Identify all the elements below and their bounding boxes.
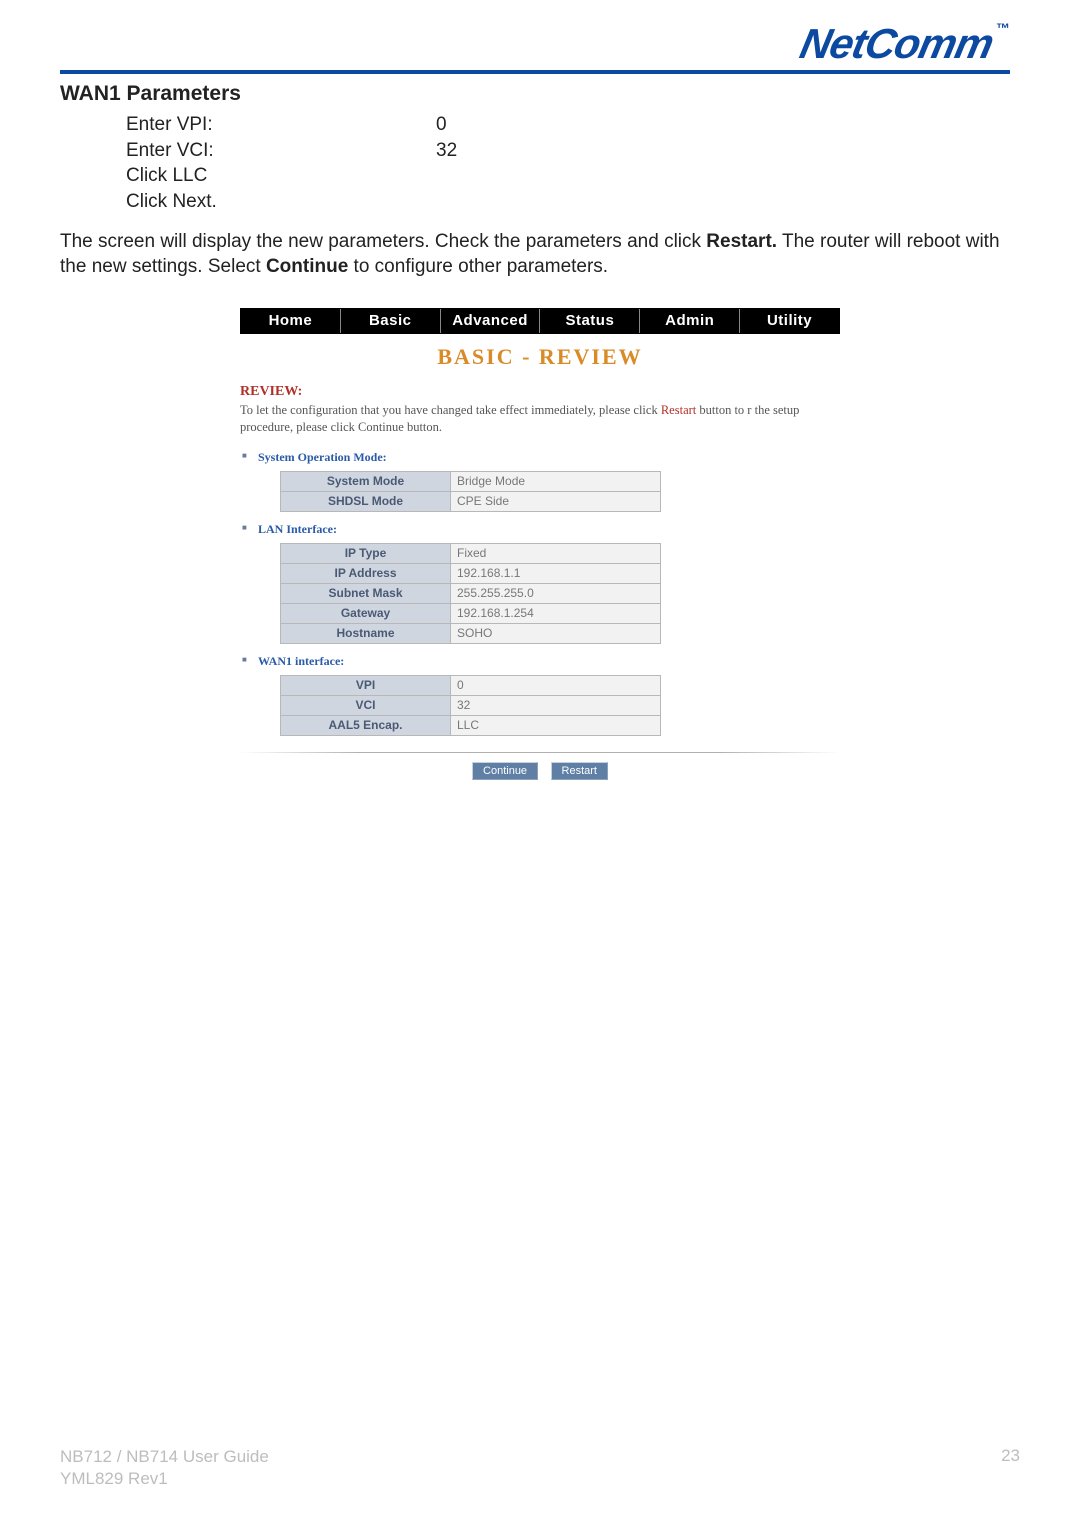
cell-key: Hostname	[281, 623, 451, 643]
panel-title: BASIC - REVIEW	[240, 344, 840, 370]
cell-value: 0	[451, 675, 661, 695]
cell-key: System Mode	[281, 471, 451, 491]
cell-key: AAL5 Encap.	[281, 715, 451, 735]
table-wan1-interface: VPI0 VCI32 AAL5 Encap.LLC	[280, 675, 661, 736]
bullet-wan1-interface: WAN1 interface:	[258, 654, 840, 669]
cell-value: 192.168.1.1	[451, 563, 661, 583]
param-label: Enter VPI:	[126, 112, 436, 138]
continue-button[interactable]: Continue	[472, 762, 538, 780]
brand-underline	[60, 70, 1010, 74]
page-footer: NB712 / NB714 User Guide YML829 Rev1 23	[60, 1446, 1020, 1490]
footer-guide: NB712 / NB714 User Guide	[60, 1446, 269, 1468]
param-row: Click LLC	[126, 163, 1020, 189]
body-text-part: The screen will display the new paramete…	[60, 231, 706, 252]
brand-logo: NetComm™	[60, 20, 1020, 74]
brand-name: NetComm	[796, 20, 998, 68]
table-lan-interface: IP TypeFixed IP Address192.168.1.1 Subne…	[280, 543, 661, 644]
bullet-lan-interface: LAN Interface:	[258, 522, 840, 537]
table-row: Gateway192.168.1.254	[281, 603, 661, 623]
param-label: Click Next.	[126, 189, 436, 215]
table-row: IP Address192.168.1.1	[281, 563, 661, 583]
param-label: Enter VCI:	[126, 138, 436, 164]
section-heading: WAN1 Parameters	[60, 82, 1020, 106]
table-row: Subnet Mask255.255.255.0	[281, 583, 661, 603]
param-value: 32	[436, 138, 457, 164]
cell-value: SOHO	[451, 623, 661, 643]
param-steps: Enter VPI: 0 Enter VCI: 32 Click LLC Cli…	[126, 112, 1020, 215]
cell-value: 255.255.255.0	[451, 583, 661, 603]
button-row: Continue Restart	[240, 761, 840, 780]
trademark-icon: ™	[996, 20, 1010, 36]
bullet-system-operation-mode: System Operation Mode:	[258, 450, 840, 465]
tab-status[interactable]: Status	[540, 309, 640, 333]
cell-key: VPI	[281, 675, 451, 695]
cell-value: CPE Side	[451, 491, 661, 511]
tab-bar: Home Basic Advanced Status Admin Utility	[240, 308, 840, 334]
footer-page-number: 23	[1001, 1446, 1020, 1490]
footer-rev: YML829 Rev1	[60, 1468, 269, 1490]
table-row: AAL5 Encap.LLC	[281, 715, 661, 735]
tab-home[interactable]: Home	[241, 309, 341, 333]
tab-utility[interactable]: Utility	[740, 309, 839, 333]
table-row: IP TypeFixed	[281, 543, 661, 563]
review-text-part: To let the configuration that you have c…	[240, 403, 661, 417]
body-paragraph: The screen will display the new paramete…	[60, 229, 1020, 280]
review-text: To let the configuration that you have c…	[240, 402, 840, 436]
table-system-operation-mode: System ModeBridge Mode SHDSL ModeCPE Sid…	[280, 471, 661, 512]
tab-advanced[interactable]: Advanced	[441, 309, 541, 333]
cell-key: SHDSL Mode	[281, 491, 451, 511]
param-row: Enter VPI: 0	[126, 112, 1020, 138]
body-text-bold: Restart.	[706, 231, 777, 252]
cell-value: Fixed	[451, 543, 661, 563]
tab-basic[interactable]: Basic	[341, 309, 441, 333]
table-row: SHDSL ModeCPE Side	[281, 491, 661, 511]
body-text-bold: Continue	[266, 256, 348, 277]
table-row: HostnameSOHO	[281, 623, 661, 643]
cell-key: IP Type	[281, 543, 451, 563]
cell-key: Gateway	[281, 603, 451, 623]
cell-key: IP Address	[281, 563, 451, 583]
cell-key: Subnet Mask	[281, 583, 451, 603]
review-heading: REVIEW:	[240, 384, 840, 400]
cell-value: LLC	[451, 715, 661, 735]
table-row: System ModeBridge Mode	[281, 471, 661, 491]
cell-key: VCI	[281, 695, 451, 715]
restart-button[interactable]: Restart	[551, 762, 608, 780]
cell-value: 192.168.1.254	[451, 603, 661, 623]
param-label: Click LLC	[126, 163, 436, 189]
param-value: 0	[436, 112, 447, 138]
tab-admin[interactable]: Admin	[640, 309, 740, 333]
table-row: VPI0	[281, 675, 661, 695]
router-review-panel: Home Basic Advanced Status Admin Utility…	[240, 308, 840, 780]
table-row: VCI32	[281, 695, 661, 715]
body-text-part: to configure other parameters.	[348, 256, 608, 277]
cell-value: 32	[451, 695, 661, 715]
param-row: Click Next.	[126, 189, 1020, 215]
cell-value: Bridge Mode	[451, 471, 661, 491]
review-text-restart: Restart	[661, 403, 696, 417]
param-row: Enter VCI: 32	[126, 138, 1020, 164]
divider	[240, 752, 840, 753]
